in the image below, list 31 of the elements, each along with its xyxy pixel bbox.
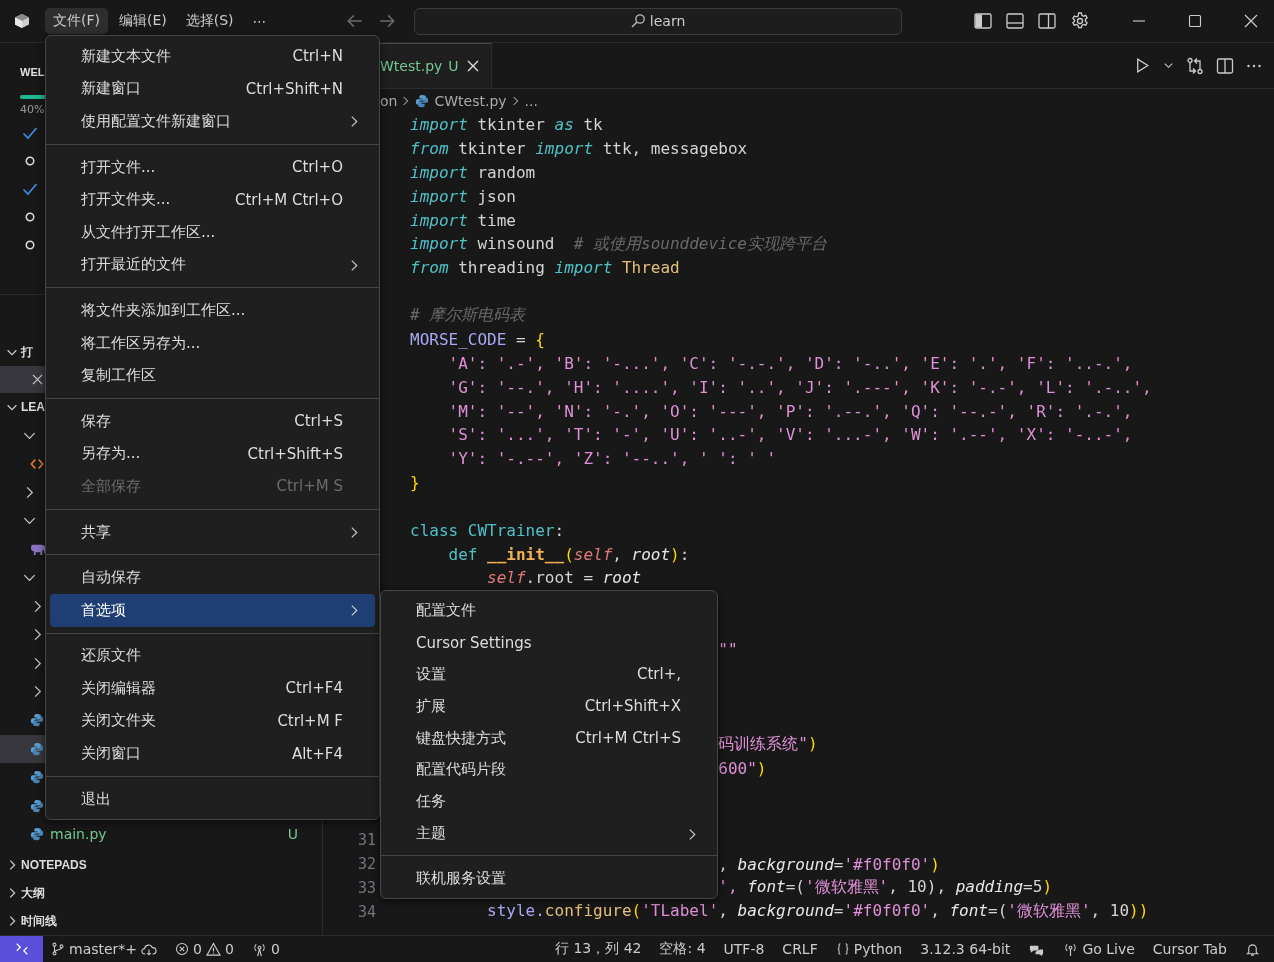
- progress-label: 40%: [20, 103, 46, 118]
- code-line: from threading import Thread: [410, 258, 680, 278]
- code-line: style.configure('TLabel', background='#f0f0f0', font=('微软雅黑', 10)): [487, 901, 1149, 923]
- code-line: import winsound # 或使用sounddevice实现跨平台: [410, 233, 827, 255]
- code-line: class CWTrainer:: [410, 520, 565, 540]
- git-status-label: U: [287, 826, 298, 843]
- code-line: 'S': '...', 'T': '-', 'U': '..-', 'V': '...-', 'W': '.--', 'X': '-..-',: [448, 425, 1133, 445]
- line-number: 33: [356, 878, 376, 897]
- code-line: 'A': '.-', 'B': '-...', 'C': '-.-.', 'D': '-..', 'E': '.', 'F': '..-.',: [448, 353, 1133, 373]
- code-line: ', font=('微软雅黑', 10), padding=5): [718, 877, 1052, 899]
- code-line: import time: [410, 210, 516, 230]
- code-line: import json: [410, 186, 516, 206]
- code-line: # 摩尔斯电码表: [410, 305, 526, 327]
- code-line: self.root = root: [487, 568, 642, 588]
- code-line: MORSE_CODE = {: [410, 330, 545, 349]
- line-number: 34: [356, 902, 376, 921]
- code-line: }: [410, 473, 420, 493]
- code-line: "": [718, 640, 738, 659]
- line-number: 31: [356, 831, 376, 850]
- code-line: def __init__(self, root):: [448, 544, 690, 564]
- code-line: from tkinter import ttk, messagebox: [410, 139, 748, 159]
- code-line: , background='#f0f0f0'): [718, 854, 940, 874]
- code-line: import random: [410, 163, 536, 183]
- section-title: WEL: [20, 66, 46, 80]
- line-number: 32: [356, 855, 376, 874]
- code-line: 码训练系统"): [718, 734, 818, 756]
- code-line: 'M': '--', 'N': '-.', 'O': '---', 'P': '.--.', 'Q': '--.-', 'R': '.-.',: [448, 401, 1133, 421]
- code-line: 'G': '--.', 'H': '....', 'I': '..', 'J': '.---', 'K': '-.-', 'L': '.-..',: [448, 377, 1152, 397]
- code-line: import tkinter as tk: [410, 115, 603, 135]
- code-line: 'Y': '-.--', 'Z': '--..', ' ': ' ': [448, 449, 777, 469]
- code-line: 600"): [718, 759, 767, 779]
